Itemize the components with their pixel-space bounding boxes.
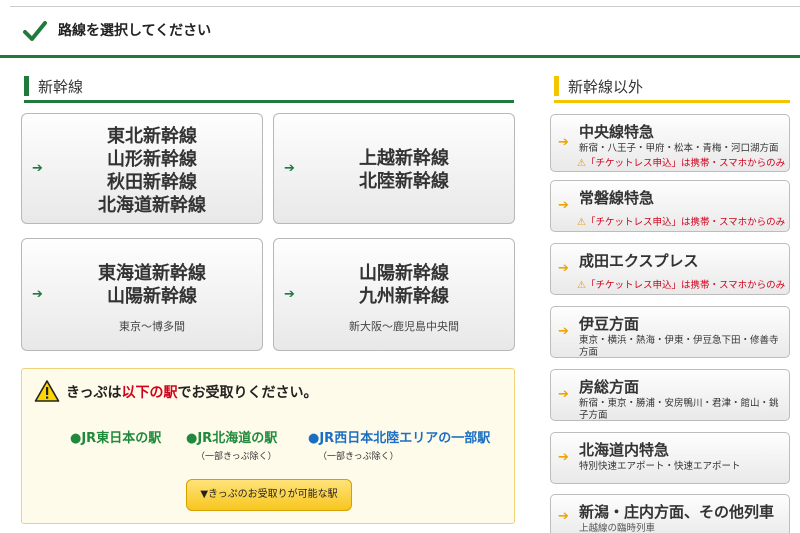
route-lines: 東北新幹線 山形新幹線 秋田新幹線 北海道新幹線 <box>42 125 262 217</box>
station-jr-east[interactable]: ●JR東日本の駅 <box>70 427 161 446</box>
route-button-izu[interactable]: ➔ 伊豆方面 東京・横浜・熱海・伊東・伊豆急下田・修善寺方面 <box>550 306 790 358</box>
arrow-right-icon: ➔ <box>558 135 569 150</box>
route-name: 伊豆方面 <box>579 315 640 333</box>
line-name: 北海道新幹線 <box>98 195 206 216</box>
route-button-joban-express[interactable]: ➔ 常磐線特急 ⚠「チケットレス申込」は携帯・スマホからのみ <box>550 180 790 232</box>
section-heading-text: 新幹線 <box>38 78 84 96</box>
notice-highlight: 以下の駅 <box>121 385 178 401</box>
route-name: 成田エクスプレス <box>579 252 699 270</box>
ticketless-text: 「チケットレス申込」は携帯・スマホからのみ <box>585 217 786 228</box>
section-heading-text: 新幹線以外 <box>568 78 644 96</box>
pickup-stations-button[interactable]: ▼きっぷのお受取りが可能な駅 <box>186 479 352 511</box>
route-name: 新潟・庄内方面、その他列車 <box>579 503 775 521</box>
line-name: 秋田新幹線 <box>107 172 197 193</box>
notice-text: でお受取りください。 <box>177 385 318 401</box>
route-desc: 新宿・東京・勝浦・安房鴨川・君津・館山・銚子方面 <box>579 398 779 421</box>
route-button-hokkaido-express[interactable]: ➔ 北海道内特急 特別快速エアポート・快速エアポート <box>550 432 790 484</box>
route-name: 中央線特急 <box>579 123 655 141</box>
route-button-boso[interactable]: ➔ 房総方面 新宿・東京・勝浦・安房鴨川・君津・館山・銚子方面 <box>550 369 790 421</box>
arrow-right-icon: ➔ <box>558 324 569 339</box>
route-desc: 特別快速エアポート・快速エアポート <box>579 461 741 472</box>
warning-icon: ⚠ <box>577 158 586 169</box>
section-underline <box>24 100 514 103</box>
route-button-niigata-shonai[interactable]: ➔ 新潟・庄内方面、その他列車 上越線の臨時列車 <box>550 494 790 533</box>
arrow-right-icon: ➔ <box>558 198 569 213</box>
warning-icon: ⚠ <box>577 217 586 228</box>
page-title: 路線を選択してください <box>58 23 212 39</box>
line-name: 山陽新幹線 <box>107 286 197 307</box>
route-button-narita-express[interactable]: ➔ 成田エクスプレス ⚠「チケットレス申込」は携帯・スマホからのみ <box>550 243 790 295</box>
line-name: 上越新幹線 <box>359 148 449 169</box>
station-label: ●JR北海道の駅 <box>186 431 278 446</box>
section-heading-other: 新幹線以外 <box>554 76 790 104</box>
section-marker <box>554 76 559 96</box>
route-lines: 上越新幹線 北陸新幹線 <box>294 147 514 193</box>
section-heading-shinkansen: 新幹線 <box>24 76 514 104</box>
arrow-right-icon: ➔ <box>558 387 569 402</box>
arrow-right-icon: ➔ <box>558 261 569 276</box>
route-button-tohoku[interactable]: ➔ 東北新幹線 山形新幹線 秋田新幹線 北海道新幹線 <box>21 113 263 224</box>
route-desc: 新宿・八王子・甲府・松本・青梅・河口湖方面 <box>579 143 779 154</box>
page-header: 路線を選択してください <box>0 0 800 58</box>
route-name: 常磐線特急 <box>579 189 655 207</box>
line-name: 東北新幹線 <box>107 126 197 147</box>
route-button-joetsu[interactable]: ➔ 上越新幹線 北陸新幹線 <box>273 113 515 224</box>
arrow-right-icon: ➔ <box>558 450 569 465</box>
ticketless-text: 「チケットレス申込」は携帯・スマホからのみ <box>585 280 786 291</box>
ticketless-note: ⚠「チケットレス申込」は携帯・スマホからのみ <box>577 277 785 291</box>
warning-icon <box>34 380 60 402</box>
route-section-text: 東京～博多間 <box>119 320 185 333</box>
arrow-right-icon: ➔ <box>558 509 569 524</box>
station-note: （一部きっぷ除く） <box>318 452 399 462</box>
station-jr-west[interactable]: ●JR西日本北陸エリアの一部駅 （一部きっぷ除く） <box>308 427 490 462</box>
route-section-text: 新大阪～鹿児島中央間 <box>349 320 459 333</box>
line-name: 北陸新幹線 <box>359 171 449 192</box>
route-desc: 東京・横浜・熱海・伊東・伊豆急下田・修善寺方面 <box>579 335 779 358</box>
route-name: 房総方面 <box>579 378 640 396</box>
ticketless-note: ⚠「チケットレス申込」は携帯・スマホからのみ <box>577 214 785 228</box>
checkmark-icon <box>23 21 47 41</box>
section-marker <box>24 76 29 96</box>
route-name: 北海道内特急 <box>579 441 670 459</box>
notice-message: きっぷは以下の駅でお受取りください。 <box>66 382 317 402</box>
route-desc: 上越線の臨時列車 <box>579 523 656 533</box>
station-jr-hokkaido[interactable]: ●JR北海道の駅 （一部きっぷ除く） <box>186 427 277 462</box>
section-underline <box>554 100 790 103</box>
ticketless-text: 「チケットレス申込」は携帯・スマホからのみ <box>585 158 786 169</box>
route-button-chuo-express[interactable]: ➔ 中央線特急 新宿・八王子・甲府・松本・青梅・河口湖方面 ⚠「チケットレス申込… <box>550 114 790 172</box>
station-note: （一部きっぷ除く） <box>196 452 277 462</box>
route-lines: 山陽新幹線 九州新幹線 新大阪～鹿児島中央間 <box>294 262 514 334</box>
line-name: 東海道新幹線 <box>98 263 206 284</box>
station-label: ●JR東日本の駅 <box>70 431 162 446</box>
route-button-sanyo-kyushu[interactable]: ➔ 山陽新幹線 九州新幹線 新大阪～鹿児島中央間 <box>273 238 515 351</box>
ticketless-note: ⚠「チケットレス申込」は携帯・スマホからのみ <box>577 155 785 169</box>
line-name: 山形新幹線 <box>107 149 197 170</box>
route-button-tokaido[interactable]: ➔ 東海道新幹線 山陽新幹線 東京～博多間 <box>21 238 263 351</box>
notice-text: きっぷは <box>66 385 122 401</box>
warning-icon: ⚠ <box>577 280 586 291</box>
header-top-rule <box>10 6 800 7</box>
pickup-notice: きっぷは以下の駅でお受取りください。 ●JR東日本の駅 ●JR北海道の駅 （一部… <box>21 368 515 524</box>
route-lines: 東海道新幹線 山陽新幹線 東京～博多間 <box>42 262 262 334</box>
line-name: 九州新幹線 <box>359 286 449 307</box>
station-label: ●JR西日本北陸エリアの一部駅 <box>308 431 491 446</box>
line-name: 山陽新幹線 <box>359 263 449 284</box>
